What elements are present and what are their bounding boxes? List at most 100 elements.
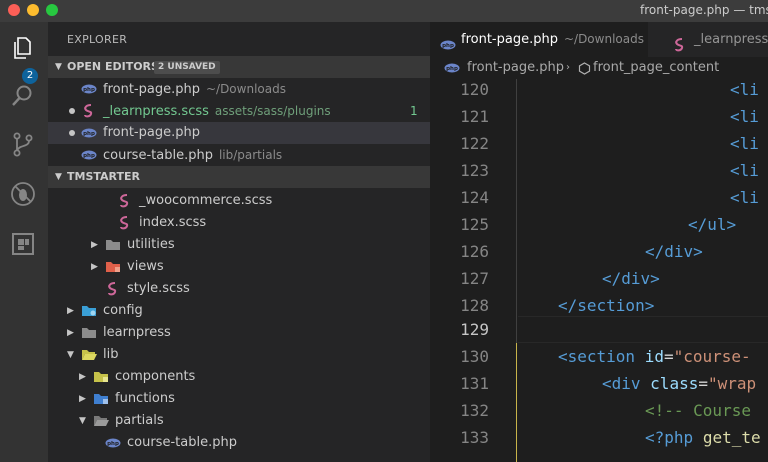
tree-item-folder[interactable]: ▶ components <box>48 366 430 388</box>
code-line: <li <box>730 134 759 153</box>
open-editor-item-active[interactable]: php front-page.php <box>48 122 430 144</box>
line-number: 123 <box>460 161 489 180</box>
code-line: <!-- Course <box>645 401 751 420</box>
activity-bar: 2 <box>0 22 48 462</box>
window-title: front-page.php — tmst <box>640 3 768 17</box>
chevron-right-icon: ▶ <box>91 240 98 250</box>
explorer-sidebar: EXPLORER ▼ OPEN EDITORS 2 UNSAVED php fr… <box>48 22 430 462</box>
open-editors-header[interactable]: ▼ OPEN EDITORS 2 UNSAVED <box>48 56 430 78</box>
php-file-icon: php <box>105 435 121 451</box>
unsaved-dot-icon <box>69 130 75 136</box>
project-header[interactable]: ▼ TMSTARTER <box>48 166 430 188</box>
svg-text:php: php <box>83 153 95 159</box>
line-number: 131 <box>460 374 489 393</box>
breadcrumb-file[interactable]: front-page.php <box>467 57 564 79</box>
code-line: <li <box>730 80 759 99</box>
chevron-right-icon: › <box>566 62 570 73</box>
svg-text:php: php <box>442 43 454 49</box>
line-number: 125 <box>460 215 489 234</box>
search-icon[interactable] <box>9 82 37 110</box>
open-editor-item[interactable]: php course-table.php lib/partials <box>48 144 430 166</box>
sass-file-icon <box>672 32 688 52</box>
open-editor-item[interactable]: php front-page.php ~/Downloads <box>48 78 430 100</box>
folder-open-icon <box>93 413 109 429</box>
php-file-icon: php <box>440 32 456 50</box>
tree-item-folder-open[interactable]: ▼ partials <box>48 410 430 432</box>
line-number: 121 <box>460 107 489 126</box>
minimize-window-button[interactable] <box>27 4 39 16</box>
code-line: <li <box>730 161 759 180</box>
current-line-highlight <box>518 316 768 343</box>
code-line: <?php get_te <box>645 428 761 447</box>
chevron-right-icon: ▶ <box>79 394 86 404</box>
files-icon[interactable] <box>9 34 37 62</box>
code-editor[interactable]: 120 121 122 123 124 125 126 127 128 129 … <box>430 79 768 462</box>
tab-front-page[interactable]: php front-page.php ~/Downloads <box>430 22 648 57</box>
tree-item-folder[interactable]: ▶ utilities <box>48 234 430 256</box>
line-number: 132 <box>460 401 489 420</box>
code-line: </ul> <box>688 215 737 234</box>
components-folder-icon <box>93 369 109 385</box>
php-file-icon: php <box>81 81 97 97</box>
views-folder-icon <box>105 259 121 275</box>
code-line: <li <box>730 188 759 207</box>
tree-item-folder[interactable]: ▶ config <box>48 300 430 322</box>
folder-icon <box>105 237 121 253</box>
lib-folder-open-icon <box>81 347 97 363</box>
line-number: 127 <box>460 269 489 288</box>
config-folder-icon <box>81 303 97 319</box>
debug-icon[interactable] <box>9 180 37 208</box>
tree-item-folder[interactable]: ▶ functions <box>48 388 430 410</box>
sass-file-icon <box>117 193 133 209</box>
line-number: 120 <box>460 80 489 99</box>
tab-learnpress[interactable]: _learnpress.scss <box>660 22 768 57</box>
code-line: <div class="wrap <box>602 374 757 393</box>
php-file-icon: php <box>444 60 460 76</box>
chevron-right-icon: ▶ <box>79 372 86 382</box>
line-number: 122 <box>460 134 489 153</box>
close-window-button[interactable] <box>8 4 20 16</box>
line-number: 130 <box>460 347 489 366</box>
tree-item-file[interactable]: style.scss <box>48 278 430 300</box>
tree-item-folder[interactable]: ▶ learnpress <box>48 322 430 344</box>
folder-icon <box>81 325 97 341</box>
line-number: 126 <box>460 242 489 261</box>
extensions-icon[interactable] <box>9 230 37 258</box>
tree-item-file[interactable]: php course-table.php <box>48 432 430 454</box>
chevron-right-icon: ▶ <box>91 262 98 272</box>
active-indent-guide <box>516 343 517 462</box>
source-control-icon[interactable] <box>9 130 37 158</box>
tree-item-file[interactable]: _woocommerce.scss <box>48 190 430 212</box>
line-number-current: 129 <box>460 320 489 339</box>
tree-item-folder-open[interactable]: ▼ lib <box>48 344 430 366</box>
chevron-down-icon: ▼ <box>67 350 74 360</box>
code-line: </div> <box>645 242 703 261</box>
unsaved-dot-icon <box>69 108 75 114</box>
php-file-icon: php <box>81 125 97 141</box>
sidebar-title: EXPLORER <box>67 33 128 46</box>
sass-file-icon <box>105 281 121 297</box>
line-number: 128 <box>460 296 489 315</box>
code-line: <section id="course- <box>558 347 751 366</box>
chevron-down-icon: ▼ <box>79 416 86 426</box>
tree-item-folder[interactable]: ▶ views <box>48 256 430 278</box>
chevron-down-icon: ▼ <box>55 62 62 72</box>
line-number: 124 <box>460 188 489 207</box>
code-line: </div> <box>602 269 660 288</box>
functions-folder-icon <box>93 391 109 407</box>
indent-guide <box>516 79 517 343</box>
zoom-window-button[interactable] <box>46 4 58 16</box>
line-number: 133 <box>460 428 489 447</box>
chevron-down-icon: ▼ <box>55 172 62 182</box>
sass-file-icon <box>117 215 133 231</box>
open-editor-item[interactable]: _learnpress.scss assets/sass/plugins 1 <box>48 100 430 122</box>
code-line: </section> <box>558 296 655 315</box>
breadcrumb: php front-page.php › front_page_content <box>430 57 768 79</box>
tree-item-file[interactable]: index.scss <box>48 212 430 234</box>
php-file-icon: php <box>81 147 97 163</box>
svg-text:php: php <box>107 441 119 447</box>
breadcrumb-symbol[interactable]: front_page_content <box>593 57 719 79</box>
svg-text:php: php <box>446 66 458 72</box>
svg-text:php: php <box>83 87 95 93</box>
code-line: <li <box>730 107 759 126</box>
